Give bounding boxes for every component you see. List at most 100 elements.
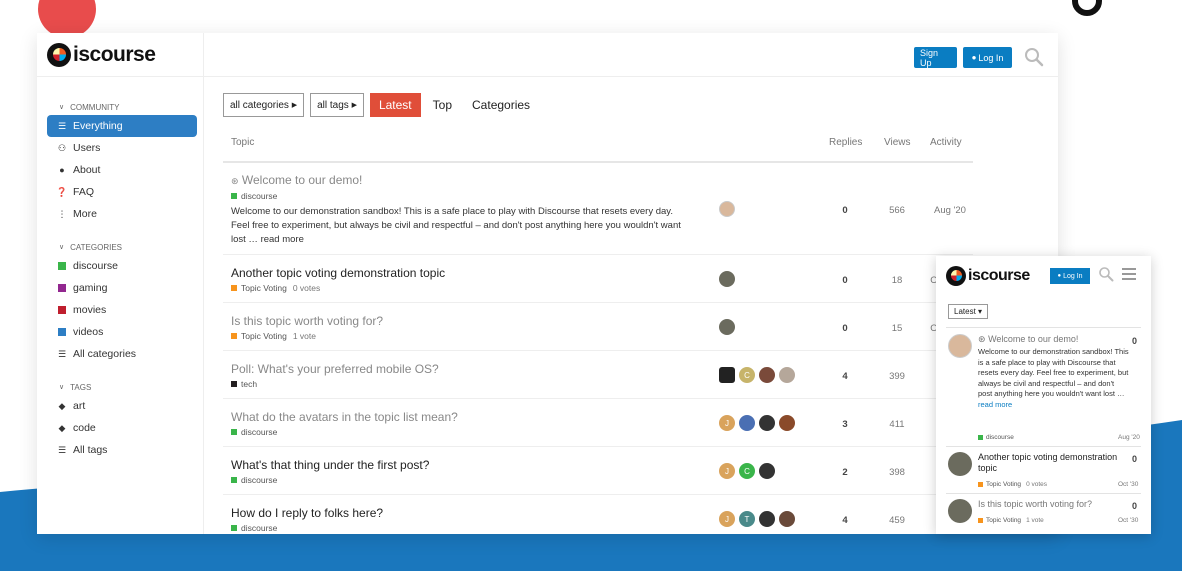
read-more-link[interactable]: read more [978, 400, 1012, 409]
avatar[interactable]: J [719, 511, 735, 527]
sidebar-item-gaming[interactable]: gaming [47, 277, 197, 299]
topic-title[interactable]: What's that thing under the first post? [231, 458, 429, 472]
sidebar-item-videos[interactable]: videos [47, 321, 197, 343]
topic-row[interactable]: How do I reply to folks here? discourse … [223, 495, 973, 534]
topic-title[interactable]: Is this topic worth voting for? [231, 314, 383, 328]
mobile-topic-category[interactable]: Topic Voting 0 votes [978, 481, 1047, 488]
sidebar-item-about[interactable]: ● About [47, 159, 197, 181]
sidebar-item-everything[interactable]: ☰ Everything [47, 115, 197, 137]
avatar[interactable] [759, 463, 775, 479]
mobile-topic-category[interactable]: Topic Voting 1 vote [978, 517, 1044, 524]
topic-title[interactable]: ⊛ Welcome to our demo! [231, 173, 362, 187]
avatar[interactable] [759, 511, 775, 527]
mobile-site-logo[interactable]: iscourse [946, 266, 1030, 286]
avatar[interactable] [759, 415, 775, 431]
sidebar-section-community[interactable]: ∨ COMMUNITY [47, 99, 197, 115]
topic-category[interactable]: discourse [231, 475, 277, 485]
avatar[interactable] [948, 499, 972, 523]
avatar[interactable]: T [739, 511, 755, 527]
hamburger-menu-icon[interactable] [1122, 268, 1136, 283]
topic-title[interactable]: Poll: What's your preferred mobile OS? [231, 362, 439, 376]
mobile-topic-excerpt: Welcome to our demonstration sandbox! Th… [978, 347, 1129, 409]
views-count: 15 [891, 323, 903, 334]
avatar[interactable] [948, 452, 972, 476]
mobile-topic-title[interactable]: Another topic voting demonstration topic [978, 452, 1123, 474]
column-header-replies[interactable]: Replies [829, 137, 862, 148]
mobile-topic-date[interactable]: Oct '30 [1118, 481, 1138, 488]
categories-dropdown[interactable]: all categories ▶ [223, 93, 305, 117]
avatar[interactable] [779, 367, 795, 383]
topic-row[interactable]: Is this topic worth voting for? Topic Vo… [223, 303, 973, 351]
category-color-swatch [978, 518, 983, 523]
avatar[interactable] [948, 334, 972, 358]
sign-up-button[interactable]: Sign Up [914, 47, 957, 68]
topic-row[interactable]: ⊛ Welcome to our demo! discourse Welcome… [223, 163, 973, 255]
category-color-swatch [231, 381, 237, 387]
topic-posters: J T [719, 511, 799, 527]
read-more-link[interactable]: read more [261, 234, 304, 245]
topic-category[interactable]: discourse [231, 191, 277, 201]
avatar[interactable]: C [739, 367, 755, 383]
avatar[interactable] [779, 415, 795, 431]
category-color-swatch [58, 328, 66, 336]
avatar[interactable]: J [719, 415, 735, 431]
logo-text: iscourse [968, 267, 1030, 284]
topic-title[interactable]: What do the avatars in the topic list me… [231, 410, 458, 424]
avatar[interactable] [719, 271, 735, 287]
topic-category[interactable]: Topic Voting 1 vote [231, 331, 316, 341]
divider [946, 493, 1141, 494]
topic-row[interactable]: Another topic voting demonstration topic… [223, 255, 973, 303]
mobile-topic-title[interactable]: Is this topic worth voting for? [978, 499, 1123, 510]
search-icon[interactable] [1024, 47, 1044, 67]
topic-title[interactable]: Another topic voting demonstration topic [231, 266, 445, 280]
sidebar-section-tags[interactable]: ∨ TAGS [47, 379, 197, 395]
topic-title[interactable]: How do I reply to folks here? [231, 506, 383, 520]
replies-count: 0 [842, 323, 848, 334]
sidebar-item-discourse[interactable]: discourse [47, 255, 197, 277]
topic-category[interactable]: Topic Voting 0 votes [231, 283, 320, 293]
sidebar-divider [203, 33, 204, 534]
tab-latest[interactable]: Latest [369, 93, 421, 117]
sidebar-section-categories[interactable]: ∨ CATEGORIES [47, 239, 197, 255]
avatar[interactable]: C [739, 463, 755, 479]
column-header-activity[interactable]: Activity [930, 137, 962, 148]
avatar[interactable] [719, 201, 735, 217]
topic-category[interactable]: tech [231, 379, 257, 389]
topic-category[interactable]: discourse [231, 523, 277, 533]
topic-row[interactable]: What do the avatars in the topic list me… [223, 399, 973, 447]
mobile-latest-dropdown[interactable]: Latest ▾ [948, 304, 989, 319]
tab-top[interactable]: Top [433, 98, 452, 112]
sidebar-item-faq[interactable]: ❓ FAQ [47, 181, 197, 203]
sidebar-item-tag-code[interactable]: ◆ code [47, 417, 197, 439]
column-header-views[interactable]: Views [884, 137, 911, 148]
avatar[interactable] [719, 319, 735, 335]
log-in-button[interactable]: ● Log In [963, 47, 1012, 68]
sidebar-item-users[interactable]: ⚇ Users [47, 137, 197, 159]
navigation-bar: all categories ▶ all tags ▶ Latest Top C… [223, 93, 973, 117]
topic-category[interactable]: discourse [231, 427, 277, 437]
sidebar-item-all-tags[interactable]: ☰ All tags [47, 439, 197, 461]
sidebar-item-all-categories[interactable]: ☰ All categories [47, 343, 197, 365]
tags-dropdown[interactable]: all tags ▶ [310, 93, 364, 117]
site-logo[interactable]: iscourse [47, 43, 156, 67]
tab-categories[interactable]: Categories [472, 98, 530, 112]
sidebar-item-more[interactable]: ⋮ More [47, 203, 197, 225]
topic-row[interactable]: Poll: What's your preferred mobile OS? t… [223, 351, 973, 399]
tag-icon: ◆ [58, 422, 66, 433]
sidebar-item-movies[interactable]: movies [47, 299, 197, 321]
mobile-topic-date[interactable]: Oct '30 [1118, 517, 1138, 524]
mobile-topic-date[interactable]: Aug '20 [1118, 434, 1140, 441]
mobile-topic-title[interactable]: ⊛ Welcome to our demo! [978, 334, 1123, 345]
mobile-log-in-button[interactable]: ● Log In [1050, 268, 1090, 284]
avatar[interactable] [739, 415, 755, 431]
avatar[interactable] [759, 367, 775, 383]
avatar[interactable] [719, 367, 735, 383]
mobile-topic-category[interactable]: discourse [978, 434, 1014, 441]
search-icon[interactable] [1098, 266, 1114, 282]
sidebar-item-tag-art[interactable]: ◆ art [47, 395, 197, 417]
topic-row[interactable]: What's that thing under the first post? … [223, 447, 973, 495]
avatar[interactable]: J [719, 463, 735, 479]
activity-date[interactable]: Aug '20 [927, 205, 973, 216]
column-header-topic[interactable]: Topic [231, 137, 254, 148]
avatar[interactable] [779, 511, 795, 527]
